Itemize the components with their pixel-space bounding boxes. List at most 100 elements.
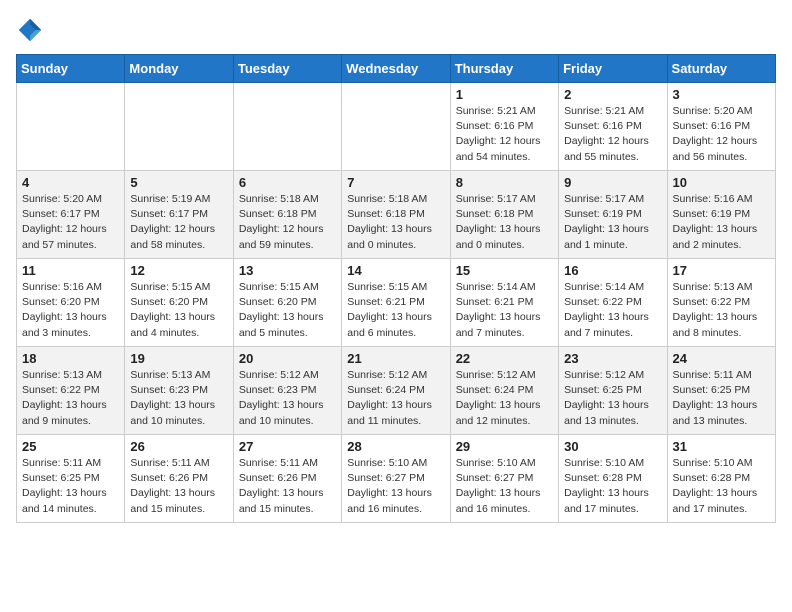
calendar-day-cell: 11 Sunrise: 5:16 AM Sunset: 6:20 PM Dayli… (17, 259, 125, 347)
day-info: Sunrise: 5:10 AM Sunset: 6:28 PM Dayligh… (673, 456, 770, 517)
calendar-day-cell: 22 Sunrise: 5:12 AM Sunset: 6:24 PM Dayli… (450, 347, 558, 435)
day-info: Sunrise: 5:11 AM Sunset: 6:25 PM Dayligh… (22, 456, 119, 517)
calendar-day-cell: 6 Sunrise: 5:18 AM Sunset: 6:18 PM Daylig… (233, 171, 341, 259)
day-number: 25 (22, 439, 119, 454)
weekday-header-cell: Thursday (450, 55, 558, 83)
day-info: Sunrise: 5:12 AM Sunset: 6:24 PM Dayligh… (456, 368, 553, 429)
day-number: 8 (456, 175, 553, 190)
day-info: Sunrise: 5:11 AM Sunset: 6:26 PM Dayligh… (239, 456, 336, 517)
day-info: Sunrise: 5:13 AM Sunset: 6:22 PM Dayligh… (22, 368, 119, 429)
calendar-day-cell: 26Sunrise: 5:11 AM Sunset: 6:26 PM Dayli… (125, 435, 233, 523)
calendar-week-row: 18Sunrise: 5:13 AM Sunset: 6:22 PM Dayli… (17, 347, 776, 435)
page-header (16, 16, 776, 44)
day-number: 6 (239, 175, 336, 190)
calendar-body: 1 Sunrise: 5:21 AM Sunset: 6:16 PM Daylig… (17, 83, 776, 523)
day-number: 17 (673, 263, 770, 278)
calendar-day-cell: 30Sunrise: 5:10 AM Sunset: 6:28 PM Dayli… (559, 435, 667, 523)
calendar-day-cell: 1 Sunrise: 5:21 AM Sunset: 6:16 PM Daylig… (450, 83, 558, 171)
day-number: 28 (347, 439, 444, 454)
calendar-day-cell: 3 Sunrise: 5:20 AM Sunset: 6:16 PM Daylig… (667, 83, 775, 171)
calendar-table: SundayMondayTuesdayWednesdayThursdayFrid… (16, 54, 776, 523)
weekday-header-cell: Wednesday (342, 55, 450, 83)
day-number: 29 (456, 439, 553, 454)
calendar-day-cell: 25 Sunrise: 5:11 AM Sunset: 6:25 PM Dayli… (17, 435, 125, 523)
day-number: 24 (673, 351, 770, 366)
day-info: Sunrise: 5:20 AM Sunset: 6:16 PM Dayligh… (673, 104, 770, 165)
day-number: 26 (130, 439, 227, 454)
day-info: Sunrise: 5:17 AM Sunset: 6:19 PM Dayligh… (564, 192, 661, 253)
calendar-day-cell (233, 83, 341, 171)
day-number: 2 (564, 87, 661, 102)
day-info: Sunrise: 5:12 AM Sunset: 6:24 PM Dayligh… (347, 368, 444, 429)
day-info: Sunrise: 5:16 AM Sunset: 6:19 PM Dayligh… (673, 192, 770, 253)
day-number: 13 (239, 263, 336, 278)
day-info: Sunrise: 5:10 AM Sunset: 6:27 PM Dayligh… (347, 456, 444, 517)
day-number: 22 (456, 351, 553, 366)
calendar-week-row: 25 Sunrise: 5:11 AM Sunset: 6:25 PM Dayli… (17, 435, 776, 523)
calendar-week-row: 1 Sunrise: 5:21 AM Sunset: 6:16 PM Daylig… (17, 83, 776, 171)
day-info: Sunrise: 5:13 AM Sunset: 6:22 PM Dayligh… (673, 280, 770, 341)
day-info: Sunrise: 5:10 AM Sunset: 6:28 PM Dayligh… (564, 456, 661, 517)
day-info: Sunrise: 5:21 AM Sunset: 6:16 PM Dayligh… (564, 104, 661, 165)
calendar-day-cell (342, 83, 450, 171)
day-info: Sunrise: 5:18 AM Sunset: 6:18 PM Dayligh… (239, 192, 336, 253)
calendar-day-cell: 12 Sunrise: 5:15 AM Sunset: 6:20 PM Dayli… (125, 259, 233, 347)
calendar-day-cell (125, 83, 233, 171)
day-info: Sunrise: 5:14 AM Sunset: 6:22 PM Dayligh… (564, 280, 661, 341)
day-number: 27 (239, 439, 336, 454)
calendar-day-cell: 17 Sunrise: 5:13 AM Sunset: 6:22 PM Dayli… (667, 259, 775, 347)
calendar-day-cell: 8 Sunrise: 5:17 AM Sunset: 6:18 PM Daylig… (450, 171, 558, 259)
day-number: 16 (564, 263, 661, 278)
logo (16, 16, 48, 44)
day-number: 14 (347, 263, 444, 278)
weekday-header-cell: Saturday (667, 55, 775, 83)
day-info: Sunrise: 5:16 AM Sunset: 6:20 PM Dayligh… (22, 280, 119, 341)
day-number: 7 (347, 175, 444, 190)
calendar-day-cell: 20Sunrise: 5:12 AM Sunset: 6:23 PM Dayli… (233, 347, 341, 435)
calendar-day-cell: 27 Sunrise: 5:11 AM Sunset: 6:26 PM Dayli… (233, 435, 341, 523)
day-number: 12 (130, 263, 227, 278)
calendar-day-cell (17, 83, 125, 171)
calendar-day-cell: 13 Sunrise: 5:15 AM Sunset: 6:20 PM Dayli… (233, 259, 341, 347)
day-number: 5 (130, 175, 227, 190)
calendar-day-cell: 24 Sunrise: 5:11 AM Sunset: 6:25 PM Dayli… (667, 347, 775, 435)
calendar-day-cell: 15 Sunrise: 5:14 AM Sunset: 6:21 PM Dayli… (450, 259, 558, 347)
day-number: 9 (564, 175, 661, 190)
calendar-day-cell: 7 Sunrise: 5:18 AM Sunset: 6:18 PM Daylig… (342, 171, 450, 259)
day-info: Sunrise: 5:11 AM Sunset: 6:25 PM Dayligh… (673, 368, 770, 429)
calendar-day-cell: 21 Sunrise: 5:12 AM Sunset: 6:24 PM Dayli… (342, 347, 450, 435)
day-info: Sunrise: 5:14 AM Sunset: 6:21 PM Dayligh… (456, 280, 553, 341)
weekday-header-cell: Tuesday (233, 55, 341, 83)
calendar-day-cell: 28 Sunrise: 5:10 AM Sunset: 6:27 PM Dayli… (342, 435, 450, 523)
calendar-day-cell: 23Sunrise: 5:12 AM Sunset: 6:25 PM Dayli… (559, 347, 667, 435)
calendar-day-cell: 14 Sunrise: 5:15 AM Sunset: 6:21 PM Dayli… (342, 259, 450, 347)
day-info: Sunrise: 5:15 AM Sunset: 6:21 PM Dayligh… (347, 280, 444, 341)
day-info: Sunrise: 5:13 AM Sunset: 6:23 PM Dayligh… (130, 368, 227, 429)
calendar-day-cell: 19 Sunrise: 5:13 AM Sunset: 6:23 PM Dayli… (125, 347, 233, 435)
day-number: 15 (456, 263, 553, 278)
day-info: Sunrise: 5:15 AM Sunset: 6:20 PM Dayligh… (239, 280, 336, 341)
day-number: 4 (22, 175, 119, 190)
day-number: 19 (130, 351, 227, 366)
calendar-day-cell: 10 Sunrise: 5:16 AM Sunset: 6:19 PM Dayli… (667, 171, 775, 259)
calendar-week-row: 11 Sunrise: 5:16 AM Sunset: 6:20 PM Dayli… (17, 259, 776, 347)
day-info: Sunrise: 5:18 AM Sunset: 6:18 PM Dayligh… (347, 192, 444, 253)
day-number: 11 (22, 263, 119, 278)
day-number: 3 (673, 87, 770, 102)
day-info: Sunrise: 5:21 AM Sunset: 6:16 PM Dayligh… (456, 104, 553, 165)
day-number: 20 (239, 351, 336, 366)
day-number: 1 (456, 87, 553, 102)
weekday-header-row: SundayMondayTuesdayWednesdayThursdayFrid… (17, 55, 776, 83)
day-info: Sunrise: 5:17 AM Sunset: 6:18 PM Dayligh… (456, 192, 553, 253)
day-info: Sunrise: 5:10 AM Sunset: 6:27 PM Dayligh… (456, 456, 553, 517)
day-number: 21 (347, 351, 444, 366)
weekday-header-cell: Friday (559, 55, 667, 83)
day-info: Sunrise: 5:15 AM Sunset: 6:20 PM Dayligh… (130, 280, 227, 341)
day-number: 10 (673, 175, 770, 190)
day-info: Sunrise: 5:19 AM Sunset: 6:17 PM Dayligh… (130, 192, 227, 253)
calendar-day-cell: 5 Sunrise: 5:19 AM Sunset: 6:17 PM Daylig… (125, 171, 233, 259)
day-number: 31 (673, 439, 770, 454)
day-number: 23 (564, 351, 661, 366)
weekday-header-cell: Sunday (17, 55, 125, 83)
logo-icon (16, 16, 44, 44)
